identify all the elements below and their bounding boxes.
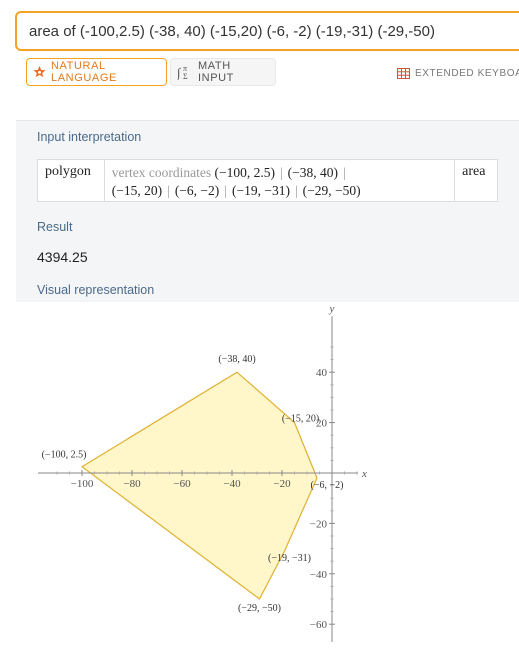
vertex-label: (−15, 20) (282, 414, 319, 425)
separator: | (167, 183, 170, 198)
separator: | (294, 183, 298, 198)
polygon-plot: −100 −80 −60 −40 −204020−20−40−60xy(−100, 2.… (38, 303, 367, 642)
x-axis-label: x (361, 468, 367, 480)
interp-head-cell: polygon (38, 160, 105, 201)
math-input-button[interactable]: ∫ π Σ MATH INPUT (170, 58, 276, 86)
math-input-label: MATH INPUT (198, 60, 234, 84)
interp-vertices-cell: vertex coordinates (−100, 2.5) | (−38, 40)… (105, 160, 456, 201)
vertex-value: (−29, −50) (302, 183, 361, 198)
vertex-value: (−38, 40) (287, 165, 339, 180)
x-tick-label: −100 (71, 478, 94, 490)
x-tick-label: −80 (123, 478, 141, 490)
y-tick-label: −20 (310, 518, 328, 530)
visual-representation-title: Visual representation (37, 283, 155, 297)
result-title: Result (37, 220, 73, 234)
interp-label: vertex coordinates (111, 165, 212, 180)
separator: | (224, 183, 227, 198)
vertex-value: (−19, −31) (231, 183, 290, 198)
vertex-value: (−6, −2) (174, 183, 220, 198)
interp-tail: area (462, 164, 486, 179)
visual-representation-plot: −100 −80 −60 −40 −20 40 20 −20 −40 −60 x y (−100, 2.… (16, 302, 519, 660)
vertex-value: (−15, 20) (111, 183, 163, 198)
natural-language-button[interactable]: NATURAL LANGUAGE (26, 58, 167, 86)
vertex-label: (−29, −50) (238, 603, 281, 614)
separator: | (343, 165, 346, 180)
natural-language-label: NATURAL LANGUAGE (51, 60, 117, 84)
svg-text:Σ: Σ (183, 72, 188, 80)
x-tick-label: −20 (273, 478, 291, 490)
vertex-value: (−100, 2.5) (214, 165, 275, 180)
vertex-label: (−6, −2) (311, 480, 344, 491)
vertex-label: (−19, −31) (268, 553, 311, 564)
wolfram-star-icon (33, 65, 46, 79)
vertex-label: (−100, 2.5) (42, 450, 87, 461)
y-tick-label: −40 (310, 569, 328, 581)
interp-head: polygon (45, 164, 91, 179)
extended-keyboard-label: EXTENDED KEYBOA (415, 68, 519, 79)
vertex-label: (−38, 40) (218, 354, 255, 365)
search-bar[interactable] (15, 11, 519, 51)
search-input[interactable] (29, 22, 519, 40)
math-symbol-icon: ∫ π Σ (177, 64, 193, 80)
svg-text:∫: ∫ (177, 65, 182, 80)
result-value: 4394.25 (37, 249, 88, 265)
separator: | (279, 165, 283, 180)
x-tick-label: −40 (223, 478, 241, 490)
y-axis-label: y (329, 303, 335, 315)
input-interpretation-title: Input interpretation (37, 130, 142, 144)
keyboard-icon (397, 68, 410, 79)
extended-keyboard-button[interactable]: EXTENDED KEYBOA (397, 68, 519, 79)
x-tick-label: −60 (173, 478, 191, 490)
y-tick-label: −60 (310, 619, 328, 631)
input-interpretation-table: polygon vertex coordinates (−100, 2.5) | (… (37, 159, 498, 202)
results-pods: Input interpretation polygon vertex coor… (16, 120, 519, 660)
interp-tail-cell: area (455, 160, 497, 201)
y-tick-label: 40 (316, 367, 328, 379)
